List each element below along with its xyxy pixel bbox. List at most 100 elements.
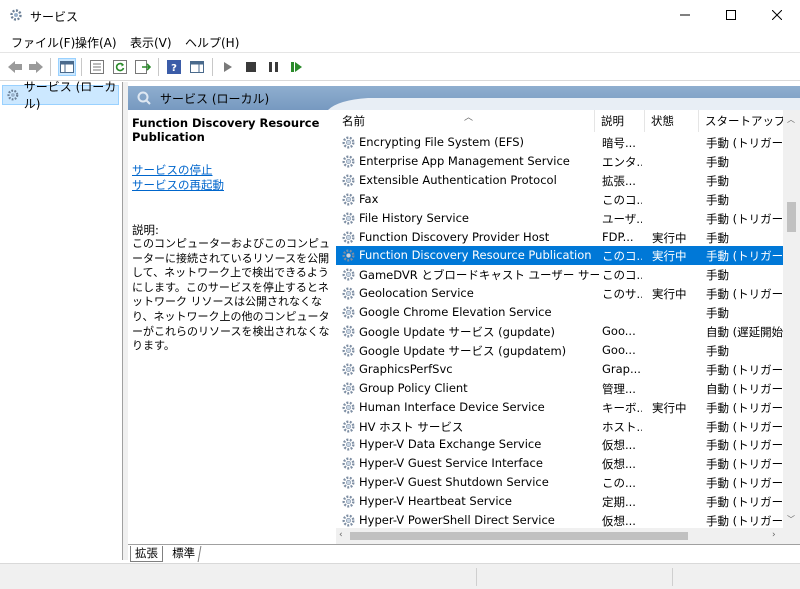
tab-standard[interactable]: 標準 — [166, 546, 202, 562]
service-row[interactable]: Group Policy Client 管理... 自動 (トリガー開 — [336, 379, 788, 398]
maximize-button[interactable] — [708, 0, 754, 30]
menu-bar: ファイル(F) 操作(A) 表示(V) ヘルプ(H) — [0, 30, 800, 52]
service-gear-icon — [342, 212, 355, 225]
service-row[interactable]: Google Update サービス (gupdatem) Goo... 手動 — [336, 341, 788, 360]
service-name: Google Update サービス (gupdate) — [359, 325, 555, 339]
description-text: このコンピューターおよびこのコンピューターに接続されているリソースを公開して、ネ… — [132, 237, 330, 353]
service-status: 実行中 — [652, 400, 687, 415]
services-gear-icon — [10, 9, 22, 21]
column-header-description[interactable]: 説明 — [595, 110, 645, 132]
service-row[interactable]: Google Chrome Elevation Service 手動 — [336, 303, 788, 322]
service-description: このサ... — [602, 287, 642, 302]
service-row[interactable]: Encrypting File System (EFS) 暗号... 手動 (トリガ… — [336, 133, 788, 152]
restart-icon — [291, 62, 302, 72]
services-list: 名前 ︿ 説明 状態 スタートアップの種 Encrypting File Sys… — [336, 110, 800, 544]
scroll-right-icon[interactable]: › — [772, 530, 776, 540]
sort-ascending-icon: ︿ — [464, 113, 474, 123]
service-gear-icon — [342, 230, 355, 244]
column-header-description-label: 説明 — [601, 114, 624, 128]
show-hide-tree-button[interactable] — [58, 58, 76, 76]
service-row[interactable]: File History Service ユーザ... 手動 (トリガー開 — [336, 209, 788, 228]
service-row[interactable]: Hyper-V Heartbeat Service 定期... 手動 (トリガー開 — [336, 492, 788, 511]
service-details-pane: Function Discovery Resource Publication … — [128, 110, 336, 544]
service-row[interactable]: Extensible Authentication Protocol 拡張... 手… — [336, 171, 788, 190]
service-name: Human Interface Device Service — [359, 399, 545, 414]
scroll-down-icon[interactable]: ﹀ — [787, 514, 795, 525]
service-gear-icon — [342, 136, 355, 149]
export-list-button[interactable] — [134, 58, 152, 76]
service-row[interactable]: Hyper-V Guest Shutdown Service この... 手動 (ト… — [336, 473, 788, 492]
service-gear-icon — [342, 344, 355, 357]
service-name: Google Chrome Elevation Service — [359, 305, 552, 320]
properties-button[interactable] — [88, 58, 106, 76]
service-row[interactable]: Google Update サービス (gupdate) Goo... 自動 (遅延… — [336, 322, 788, 341]
service-name: GraphicsPerfSvc — [359, 361, 453, 376]
service-row[interactable]: Geolocation Service このサ... 実行中 手動 (トリガー開 — [336, 284, 788, 303]
service-startup-type: 手動 (トリガー開 — [706, 457, 788, 472]
tree-item-services-local[interactable]: サービス (ローカル) — [2, 80, 119, 111]
column-header-status[interactable]: 状態 — [645, 110, 699, 132]
toolbar-separator — [158, 58, 159, 76]
back-button[interactable] — [6, 58, 24, 76]
close-button[interactable] — [754, 0, 800, 30]
scroll-up-icon[interactable]: ︿ — [787, 114, 795, 125]
minimize-icon — [680, 14, 690, 16]
service-row[interactable]: Hyper-V Data Exchange Service 仮想... 手動 (トリ… — [336, 435, 788, 454]
action-pane-button[interactable] — [188, 58, 206, 76]
forward-button[interactable] — [27, 58, 45, 76]
service-description: エンタ... — [602, 154, 642, 169]
service-startup-type: 手動 — [706, 154, 729, 169]
maximize-icon — [726, 10, 736, 20]
toolbar-separator — [81, 58, 82, 76]
service-row[interactable]: GraphicsPerfSvc Grap... 手動 (トリガー開 — [336, 360, 788, 379]
service-description: ユーザ... — [602, 211, 642, 226]
service-gear-icon — [342, 325, 355, 338]
toolbar-separator — [212, 58, 213, 76]
close-icon — [772, 10, 782, 20]
stop-service-button[interactable] — [242, 58, 260, 76]
horizontal-scrollbar[interactable]: ‹ › — [336, 528, 783, 544]
service-startup-type: 手動 — [706, 192, 729, 207]
restart-service-button[interactable] — [288, 58, 306, 76]
service-row[interactable]: Fax このコ... 手動 — [336, 190, 788, 209]
service-description: 仮想... — [602, 514, 636, 528]
service-name: Hyper-V Guest Shutdown Service — [359, 475, 549, 490]
service-description: このコ... — [602, 268, 642, 283]
scroll-left-icon[interactable]: ‹ — [339, 530, 343, 540]
service-row[interactable]: Function Discovery Provider Host FDP... 実行… — [336, 228, 788, 247]
service-row[interactable]: Function Discovery Resource Publication こ… — [336, 246, 788, 266]
pause-service-button[interactable] — [265, 58, 283, 76]
refresh-button[interactable] — [111, 58, 129, 76]
menu-help[interactable]: ヘルプ(H) — [185, 34, 239, 51]
help-button[interactable]: ? — [165, 58, 183, 76]
service-name: GameDVR とブロードキャスト ユーザー サービス_24... — [359, 268, 599, 283]
service-row[interactable]: Hyper-V Guest Service Interface 仮想... 手動 (… — [336, 454, 788, 473]
horizontal-scroll-thumb[interactable] — [350, 532, 688, 540]
service-row[interactable]: GameDVR とブロードキャスト ユーザー サービス_24...このコ... 手… — [336, 265, 788, 284]
status-separator — [672, 568, 673, 586]
selected-service-title: Function Discovery Resource Publication — [132, 116, 320, 144]
refresh-icon — [113, 60, 127, 74]
service-gear-icon — [342, 382, 355, 395]
service-row[interactable]: Enterprise App Management Service エンタ... 手… — [336, 152, 788, 171]
service-gear-icon — [342, 287, 355, 300]
menu-action[interactable]: 操作(A) — [75, 34, 117, 51]
service-row[interactable]: Human Interface Device Service キーボ... 実行中 手… — [336, 398, 788, 417]
service-startup-type: 手動 (トリガー開 — [706, 495, 788, 510]
pause-icon — [269, 62, 278, 72]
service-row[interactable]: HV ホスト サービス ホスト... 手動 (トリガー開 — [336, 417, 788, 436]
service-startup-type: 手動 (トリガー開 — [706, 362, 788, 377]
service-startup-type: 手動 (トリガー開 — [706, 476, 788, 491]
restart-service-link[interactable]: サービスの再起動 — [132, 177, 224, 193]
minimize-button[interactable] — [662, 0, 708, 30]
start-service-button[interactable] — [219, 58, 237, 76]
service-gear-icon — [342, 249, 355, 262]
stop-service-link[interactable]: サービスの停止 — [132, 162, 213, 178]
service-startup-type: 手動 — [706, 343, 729, 358]
menu-view[interactable]: 表示(V) — [130, 34, 172, 51]
vertical-scroll-thumb[interactable] — [787, 202, 796, 232]
vertical-scrollbar[interactable]: ︿ ﹀ — [783, 110, 800, 528]
tab-extended[interactable]: 拡張 — [130, 546, 163, 562]
export-list-icon — [135, 60, 151, 74]
menu-file[interactable]: ファイル(F) — [11, 34, 75, 51]
